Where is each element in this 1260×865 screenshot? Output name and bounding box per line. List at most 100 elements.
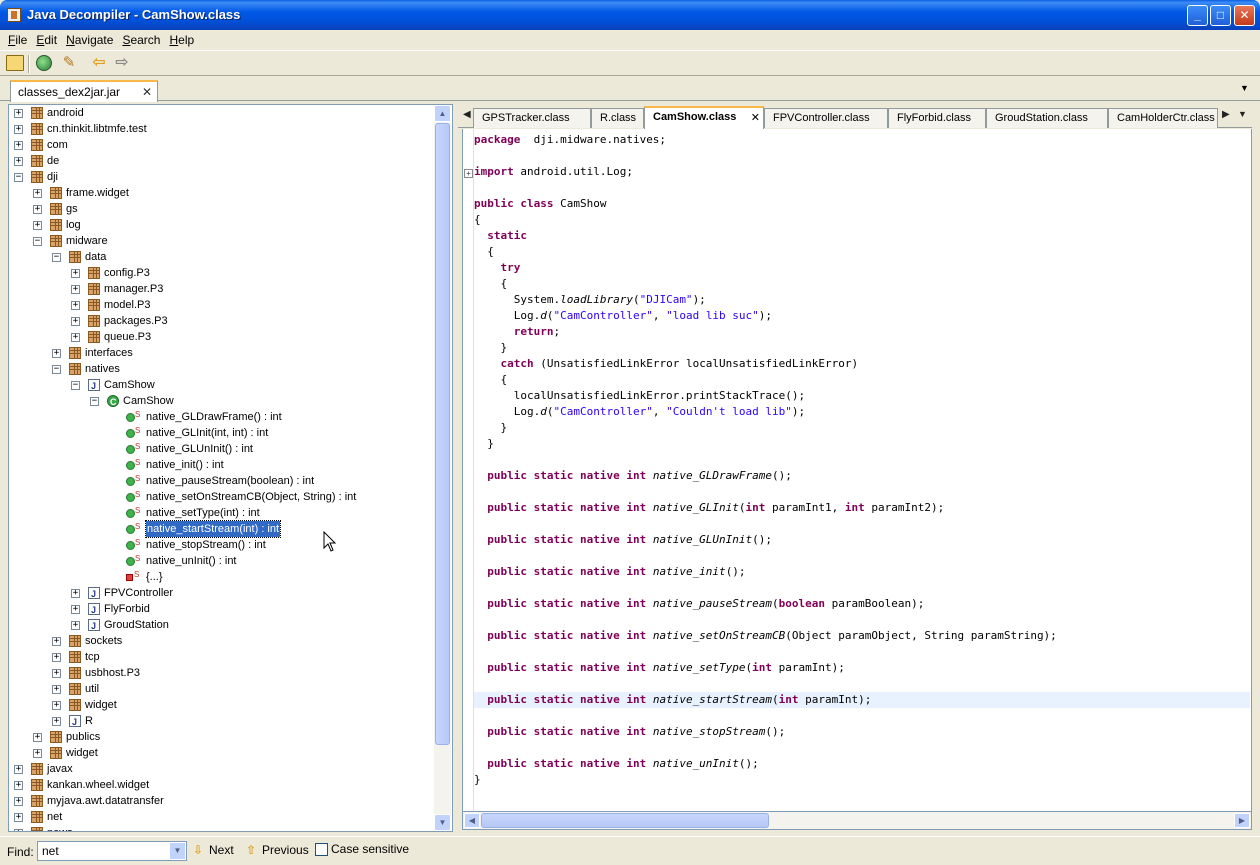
code-token: public static native int <box>487 501 647 514</box>
expand-icon[interactable]: + <box>71 285 80 294</box>
find-history-dropdown-icon[interactable]: ▼ <box>169 842 186 860</box>
code-horizontal-scrollbar[interactable]: ◀ ▶ <box>462 812 1252 830</box>
collapse-icon[interactable]: − <box>14 173 23 182</box>
expand-icon[interactable]: + <box>14 781 23 790</box>
menu-edit[interactable]: Edit <box>32 30 62 47</box>
package-icon <box>50 731 62 743</box>
expand-icon[interactable]: + <box>14 813 23 822</box>
collapse-icon[interactable]: − <box>71 381 80 390</box>
expand-icon[interactable]: + <box>52 653 61 662</box>
code-editor[interactable]: + package dji.midware.natives; import and… <box>462 129 1252 812</box>
back-arrow-icon[interactable]: ⇦ <box>90 55 108 71</box>
collapse-icon[interactable]: − <box>90 397 99 406</box>
code-scroll-thumb[interactable] <box>481 813 769 828</box>
scroll-up-arrow-icon[interactable]: ▲ <box>434 105 451 122</box>
find-previous-button[interactable]: ⇧ Previous <box>246 843 309 857</box>
expand-icon[interactable]: + <box>33 733 42 742</box>
tab-label: GroudStation.class <box>995 112 1088 124</box>
tree-scroll-thumb[interactable] <box>435 123 450 745</box>
tab-gpstracker[interactable]: GPSTracker.class <box>473 108 591 128</box>
collapse-icon[interactable]: − <box>33 237 42 246</box>
package-icon <box>88 315 100 327</box>
tree-row-label: config.P3 <box>104 267 150 279</box>
code-token: import <box>474 165 514 178</box>
expand-icon[interactable]: + <box>14 141 23 150</box>
code-token: localUnsatisfiedLinkError.printStackTrac… <box>474 389 806 402</box>
code-line: import android.util.Log; <box>474 164 633 180</box>
code-token: (UnsatisfiedLinkError localUnsatisfiedLi… <box>533 357 859 370</box>
expand-icon[interactable]: + <box>52 701 61 710</box>
tab-camholderctr[interactable]: CamHolderCtr.class <box>1108 108 1218 128</box>
tab-list-menu-icon[interactable]: ▼ <box>1238 109 1247 119</box>
tab-fpvcontroller[interactable]: FPVController.class <box>764 108 888 128</box>
expand-icon[interactable]: + <box>52 685 61 694</box>
package-icon <box>50 219 62 231</box>
code-line: { <box>474 244 494 260</box>
menu-search[interactable]: Search <box>118 30 165 47</box>
expand-icon[interactable]: + <box>52 349 61 358</box>
expand-icon[interactable]: + <box>71 589 80 598</box>
expand-icon[interactable]: + <box>71 269 80 278</box>
tab-camshow[interactable]: CamShow.class ✕ <box>644 106 764 129</box>
expand-icon[interactable]: + <box>14 125 23 134</box>
tree-row-label: publics <box>66 731 101 743</box>
expand-icon[interactable]: + <box>71 605 80 614</box>
expand-icon[interactable]: + <box>14 797 23 806</box>
jar-tab-menu-icon[interactable]: ▼ <box>1240 83 1249 93</box>
code-line: public class CamShow <box>474 196 606 212</box>
collapse-icon[interactable]: − <box>52 253 61 262</box>
close-tab-icon[interactable]: ✕ <box>751 109 760 127</box>
scroll-down-arrow-icon[interactable]: ▼ <box>434 814 451 831</box>
minimize-button[interactable]: _ <box>1187 5 1208 26</box>
tab-r[interactable]: R.class <box>591 108 644 128</box>
static-method-icon <box>126 487 140 503</box>
tree-vertical-scrollbar[interactable]: ▲ ▼ <box>434 105 451 831</box>
menu-navigate[interactable]: Navigate <box>62 30 118 47</box>
expand-icon[interactable]: + <box>14 157 23 166</box>
forward-arrow-icon[interactable]: ⇨ <box>113 55 131 71</box>
open-type-icon[interactable] <box>36 55 52 71</box>
close-jar-tab-icon[interactable]: ✕ <box>142 85 152 99</box>
collapse-icon[interactable]: − <box>52 365 61 374</box>
expand-icon[interactable]: + <box>33 189 42 198</box>
expand-icon[interactable]: + <box>33 749 42 758</box>
case-sensitive-checkbox[interactable] <box>315 843 328 856</box>
find-input[interactable] <box>37 841 187 861</box>
code-line: } <box>474 436 494 452</box>
panel-splitter[interactable] <box>453 104 457 832</box>
expand-icon[interactable]: + <box>33 221 42 230</box>
tab-label: FPVController.class <box>773 112 870 124</box>
tab-scroll-left-icon[interactable]: ◀ <box>463 109 471 120</box>
menu-help[interactable]: Help <box>165 30 199 47</box>
jar-tab[interactable]: classes_dex2jar.jar ✕ <box>10 80 158 102</box>
code-line: { <box>474 276 507 292</box>
tab-scroll-right-icon[interactable]: ▶ <box>1222 109 1230 120</box>
expand-icon[interactable]: + <box>33 205 42 214</box>
tab-flyforbid[interactable]: FlyForbid.class <box>888 108 986 128</box>
static-method-icon <box>126 455 140 471</box>
expand-icon[interactable]: + <box>71 317 80 326</box>
expand-icon[interactable]: + <box>71 621 80 630</box>
expand-icon[interactable]: + <box>52 637 61 646</box>
code-line: package dji.midware.natives; <box>474 132 666 148</box>
expand-icon[interactable]: + <box>14 765 23 774</box>
open-file-icon[interactable] <box>6 55 24 71</box>
expand-icon[interactable]: + <box>14 829 23 831</box>
menu-file[interactable]: File <box>4 30 32 47</box>
expand-icon[interactable]: + <box>71 301 80 310</box>
wand-icon[interactable]: ✎ <box>60 55 78 71</box>
close-button[interactable]: ✕ <box>1234 5 1255 26</box>
find-next-button[interactable]: ⇩ Next <box>193 843 234 857</box>
expand-icon[interactable]: + <box>52 717 61 726</box>
expand-icon[interactable]: + <box>52 669 61 678</box>
code-token: paramInt); <box>798 693 872 706</box>
scroll-right-arrow-icon[interactable]: ▶ <box>1234 813 1250 828</box>
scroll-left-arrow-icon[interactable]: ◀ <box>464 813 480 828</box>
tab-groudstation[interactable]: GroudStation.class <box>986 108 1108 128</box>
fold-expand-icon[interactable]: + <box>464 169 473 178</box>
tab-label: FlyForbid.class <box>897 112 971 124</box>
expand-icon[interactable]: + <box>14 109 23 118</box>
maximize-button[interactable]: □ <box>1210 5 1231 26</box>
expand-icon[interactable]: + <box>71 333 80 342</box>
